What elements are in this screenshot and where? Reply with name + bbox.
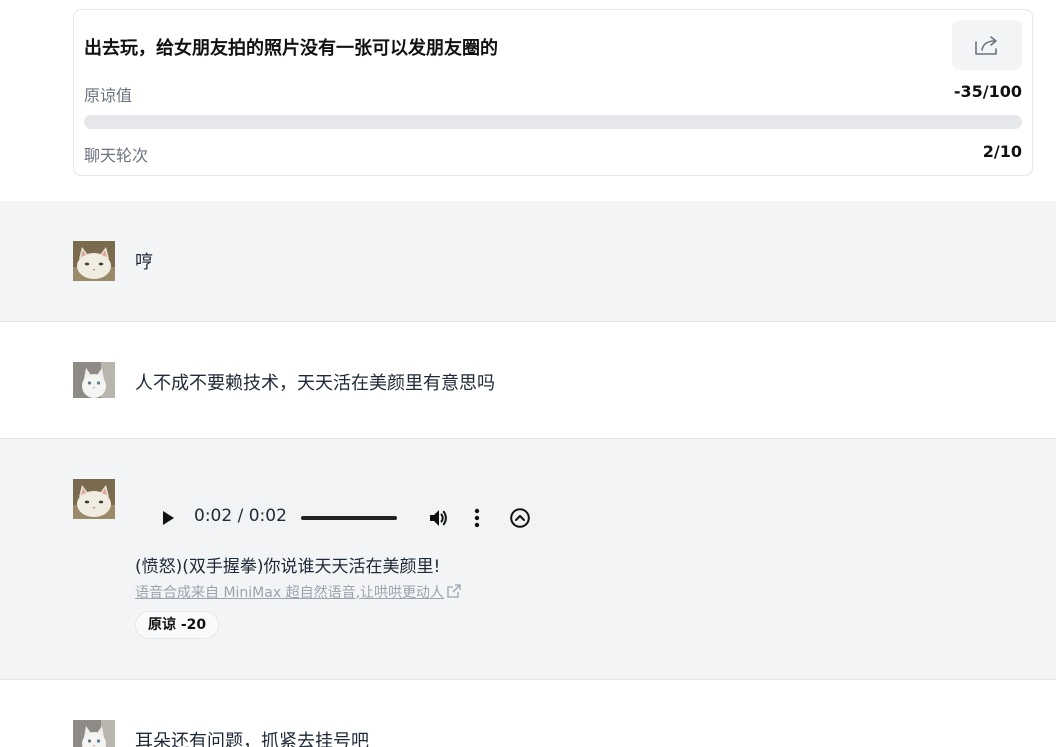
message-row: 0:02 / 0:02 (愤怒)(双手握拳)你说谁天天活在美颜里! 语音合成来自…: [0, 439, 1056, 679]
chat-page: 出去玩，给女朋友拍的照片没有一张可以发朋友圈的 原谅值 -35/100 聊天轮次…: [0, 0, 1056, 747]
rounds-value: 2/10: [982, 142, 1022, 161]
rounds-label: 聊天轮次: [84, 146, 149, 165]
cat-avatar-white: [73, 362, 115, 398]
play-icon[interactable]: [159, 509, 177, 527]
scenario-card: 出去玩，给女朋友拍的照片没有一张可以发朋友圈的 原谅值 -35/100 聊天轮次…: [73, 9, 1033, 176]
message-text: (愤怒)(双手握拳)你说谁天天活在美颜里!: [135, 557, 441, 577]
external-link-icon: [447, 584, 461, 598]
share-icon: [975, 36, 997, 55]
more-options-icon[interactable]: [472, 507, 482, 529]
tts-credit-link[interactable]: 语音合成来自 MiniMax 超自然语音,让哄哄更动人: [135, 582, 462, 602]
message-text: 人不成不要赖技术，天天活在美颜里有意思吗: [135, 373, 495, 394]
cat-avatar-cream: [73, 241, 115, 281]
message-row: 哼: [0, 201, 1056, 321]
forgiveness-change-badge: 原谅 -20: [135, 611, 220, 639]
forgiveness-progress-bar: [84, 115, 1022, 129]
forgiveness-value: -35/100: [953, 82, 1022, 101]
audio-seek-bar[interactable]: [301, 516, 397, 520]
forgiveness-label: 原谅值: [84, 86, 133, 105]
message-text: 哼: [135, 252, 153, 273]
scenario-title: 出去玩，给女朋友拍的照片没有一张可以发朋友圈的: [84, 38, 498, 59]
tts-credit-label: 语音合成来自 MiniMax 超自然语音,让哄哄更动人: [135, 585, 445, 601]
audio-time: 0:02 / 0:02: [194, 506, 287, 526]
audio-player: 0:02 / 0:02: [135, 487, 545, 549]
cat-avatar-white: [73, 720, 115, 747]
volume-icon[interactable]: [427, 507, 449, 529]
share-button[interactable]: [952, 20, 1022, 70]
message-row: 耳朵还有问题，抓紧去挂号吧: [0, 680, 1056, 747]
collapse-icon[interactable]: [509, 507, 531, 529]
message-row: 人不成不要赖技术，天天活在美颜里有意思吗: [0, 322, 1056, 438]
message-text: 耳朵还有问题，抓紧去挂号吧: [135, 731, 369, 747]
cat-avatar-cream: [73, 479, 115, 519]
